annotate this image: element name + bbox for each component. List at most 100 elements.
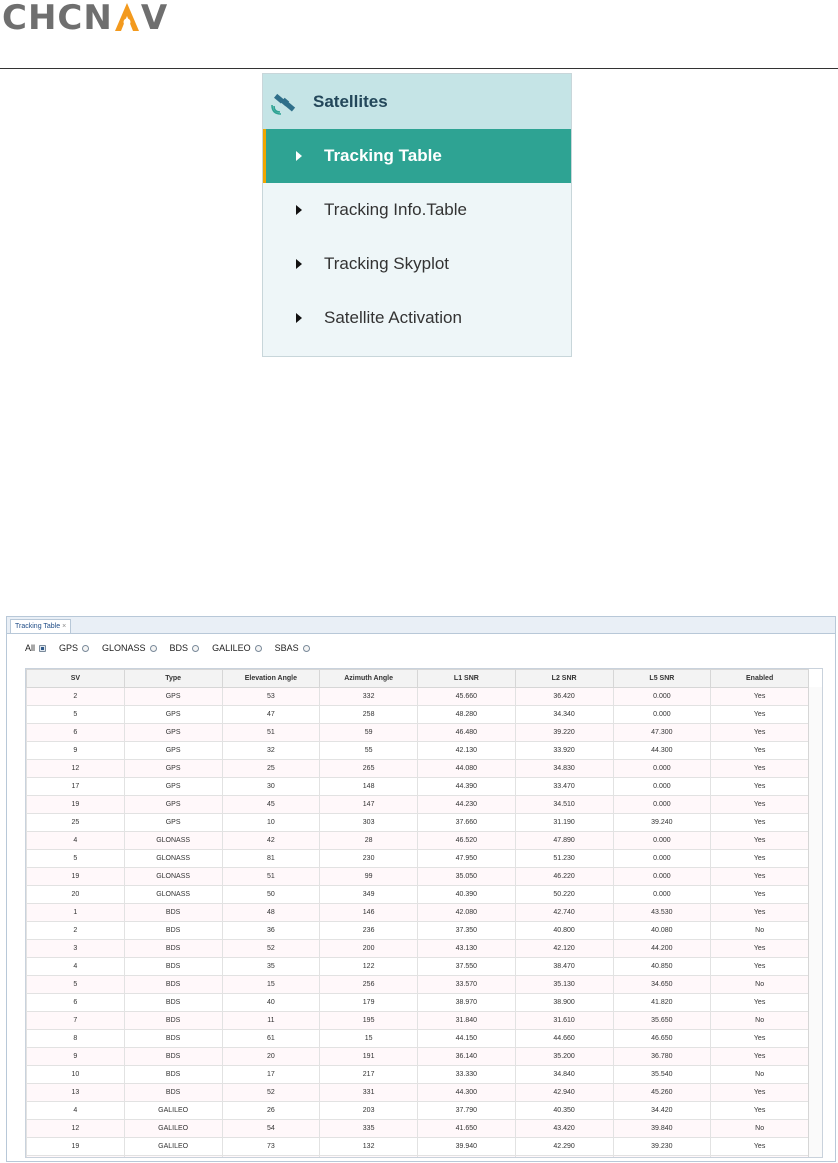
constellation-filters: All GPS GLONASS BDS GALILEO SBAS [25,643,323,653]
table-cell: 19 [26,867,125,886]
table-row[interactable]: 7 BDS 11 195 31.840 31.610 35.650 No [26,1011,809,1030]
table-cell: 42.130 [417,741,516,760]
table-row[interactable]: 5 BDS 15 256 33.570 35.130 34.650 No [26,975,809,994]
table-cell: 335 [319,1119,418,1138]
column-header[interactable]: Azimuth Angle [319,669,418,688]
filter-all-checkbox[interactable] [39,644,47,652]
table-cell: 44.230 [417,795,516,814]
table-row[interactable]: 6 BDS 40 179 38.970 38.900 41.820 Yes [26,993,809,1012]
table-cell: 48.280 [417,705,516,724]
table-cell: 43.420 [514,1119,614,1138]
tracking-table: SV Type Elevation Angle Azimuth Angle L1 SNR… [25,668,823,1158]
filter-sbas[interactable]: SBAS [275,643,310,653]
filter-bds-radio[interactable] [192,644,200,652]
table-cell: 6 [26,723,125,742]
chcnav-logo: CHCN V [2,0,168,36]
table-row[interactable]: 17 GPS 30 148 44.390 33.470 0.000 Yes [26,777,809,796]
table-cell: 13 [26,1083,125,1102]
table-cell: 4 [26,831,125,850]
column-header[interactable]: L2 SNR [514,669,614,688]
table-cell: 146 [319,903,418,922]
satellites-menu: Satellites Tracking Table Tracking Info.… [262,73,572,357]
table-cell: 45.260 [612,1083,712,1102]
filter-glonass[interactable]: GLONASS [102,643,157,653]
table-row[interactable]: 19 GLONASS 51 99 35.050 46.220 0.000 Yes [26,867,809,886]
column-header[interactable]: L5 SNR [612,669,712,688]
table-cell: 195 [319,1011,418,1030]
table-cell: 4 [26,957,125,976]
table-cell: 42.120 [514,939,614,958]
table-cell: No [710,921,809,940]
logo-text: CHCN [2,0,113,38]
menu-item-tracking-info-table[interactable]: Tracking Info.Table [263,183,571,237]
table-cell: 5 [26,849,125,868]
table-row[interactable]: 8 BDS 61 15 44.150 44.660 46.650 Yes [26,1029,809,1048]
table-row[interactable]: 2 GPS 53 332 45.660 36.420 0.000 Yes [26,687,809,706]
table-cell: BDS [123,1065,223,1084]
column-header[interactable]: Enabled [710,669,809,688]
column-header[interactable]: L1 SNR [417,669,516,688]
table-cell: 2 [26,921,125,940]
table-row[interactable]: 3 BDS 52 200 43.130 42.120 44.200 Yes [26,939,809,958]
table-cell: Yes [710,741,809,760]
table-cell: Yes [710,705,809,724]
table-row[interactable]: 9 BDS 20 191 36.140 35.200 36.780 Yes [26,1047,809,1066]
table-cell: 44.150 [417,1029,516,1048]
table-cell: 37.660 [417,813,516,832]
table-row[interactable]: 9 GPS 32 55 42.130 33.920 44.300 Yes [26,741,809,760]
menu-item-tracking-table[interactable]: Tracking Table [263,129,571,183]
column-header[interactable]: Elevation Angle [221,669,321,688]
table-row[interactable]: 19 GALILEO 73 132 39.940 42.290 39.230 Yes [26,1137,809,1156]
table-cell: 17 [221,1065,321,1084]
table-cell: 0.000 [612,705,712,724]
table-row[interactable]: 20 GLONASS 50 349 40.390 50.220 0.000 Yes [26,885,809,904]
table-row[interactable]: 6 GPS 51 59 46.480 39.220 47.300 Yes [26,723,809,742]
table-row[interactable]: 1 BDS 48 146 42.080 42.740 43.530 Yes [26,903,809,922]
filter-gps[interactable]: GPS [59,643,90,653]
table-cell: 46.220 [514,867,614,886]
filter-all[interactable]: All [25,643,47,653]
filter-glonass-radio[interactable] [149,644,157,652]
table-row[interactable]: 12 GPS 25 265 44.080 34.830 0.000 Yes [26,759,809,778]
filter-gps-radio[interactable] [82,644,90,652]
table-cell: 10 [221,1155,321,1157]
tab-tracking-table[interactable]: Tracking Table × [10,619,72,633]
table-row[interactable]: 4 BDS 35 122 37.550 38.470 40.850 Yes [26,957,809,976]
filter-bds[interactable]: BDS [170,643,200,653]
filter-sbas-radio[interactable] [302,644,310,652]
table-cell: 28 [319,831,418,850]
table-row[interactable]: 10 BDS 17 217 33.330 34.840 35.540 No [26,1065,809,1084]
table-cell: GLONASS [123,831,223,850]
menu-item-tracking-skyplot[interactable]: Tracking Skyplot [263,237,571,291]
table-cell: GALILEO [123,1137,223,1156]
column-header[interactable]: SV [26,669,125,688]
table-row[interactable]: 5 GPS 47 258 48.280 34.340 0.000 Yes [26,705,809,724]
filter-label: GLONASS [102,643,146,653]
table-cell: 45.660 [417,687,516,706]
table-row[interactable]: 25 GPS 10 303 37.660 31.190 39.240 Yes [26,813,809,832]
table-row[interactable]: 12 GALILEO 54 335 41.650 43.420 39.840 No [26,1119,809,1138]
satellites-menu-header[interactable]: Satellites [263,74,571,129]
table-row[interactable]: 4 GALILEO 26 203 37.790 40.350 34.420 Yes [26,1101,809,1120]
table-cell: 47 [221,705,321,724]
menu-item-satellite-activation[interactable]: Satellite Activation [263,291,571,345]
table-row[interactable]: 4 GLONASS 42 28 46.520 47.890 0.000 Yes [26,831,809,850]
column-header[interactable]: Type [123,669,223,688]
table-cell: BDS [123,1047,223,1066]
table-cell: 35.540 [612,1065,712,1084]
table-cell: 35.200 [514,1047,614,1066]
table-row[interactable]: 2 BDS 36 236 37.350 40.800 40.080 No [26,921,809,940]
filter-galileo[interactable]: GALILEO [212,643,262,653]
menu-item-label: Tracking Table [324,146,442,165]
table-cell: 36 [221,921,321,940]
table-cell: 3 [26,939,125,958]
table-row[interactable]: 5 GLONASS 81 230 47.950 51.230 0.000 Yes [26,849,809,868]
table-row[interactable]: 19 GPS 45 147 44.230 34.510 0.000 Yes [26,795,809,814]
table-cell: 40.850 [612,957,712,976]
table-row[interactable]: 13 BDS 52 331 44.300 42.940 45.260 Yes [26,1083,809,1102]
filter-galileo-radio[interactable] [254,644,262,652]
table-row[interactable]: 26GALILEO1011333.22033.96031.130No [26,1155,809,1157]
close-icon[interactable]: × [62,623,66,630]
vertical-scrollbar[interactable] [808,687,822,1157]
table-cell: 1 [26,903,125,922]
